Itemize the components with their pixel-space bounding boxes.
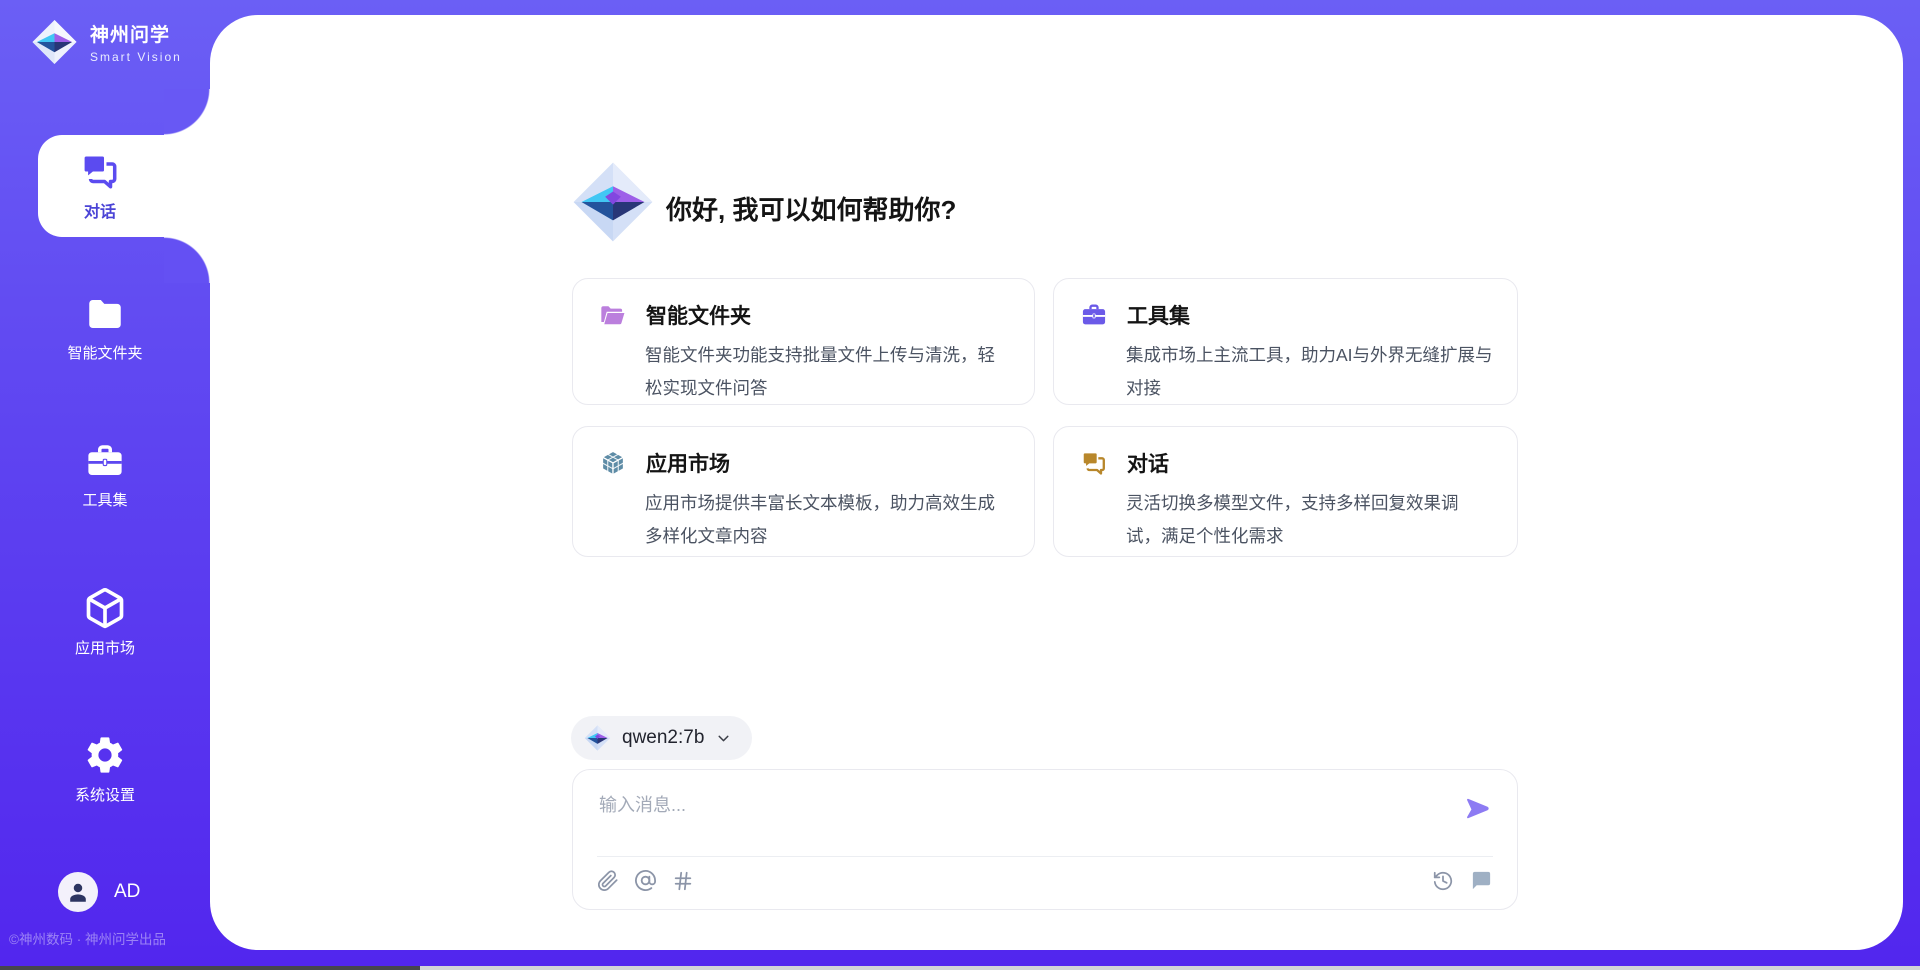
- toolbox-icon: [84, 440, 126, 482]
- user-profile[interactable]: AD: [58, 872, 140, 912]
- card-title: 智能文件夹: [646, 300, 751, 330]
- sidebar: 神州问学 Smart Vision 对话 智能文件夹: [0, 0, 210, 970]
- cube-icon: [83, 586, 127, 630]
- card-description: 灵活切换多模型文件，支持多样回复效果调试，满足个性化需求: [1126, 487, 1493, 553]
- avatar: [58, 872, 98, 912]
- hash-icon: [672, 870, 694, 892]
- sidebar-item-toolset[interactable]: 工具集: [0, 440, 210, 510]
- sidebar-item-label: 系统设置: [75, 784, 135, 805]
- brand: 神州问学 Smart Vision: [31, 18, 182, 66]
- history-icon: [1432, 870, 1454, 892]
- card-description: 集成市场上主流工具，助力AI与外界无缝扩展与对接: [1126, 339, 1493, 405]
- model-name: qwen2:7b: [622, 727, 704, 749]
- app-root: 神州问学 Smart Vision 对话 智能文件夹: [0, 0, 1920, 970]
- card-title: 应用市场: [646, 448, 730, 478]
- active-tab-top-fillet: [164, 89, 210, 135]
- folder-icon: [84, 293, 126, 335]
- attach-button[interactable]: [597, 870, 619, 892]
- user-initials: AD: [114, 881, 140, 903]
- greeting-title: 你好, 我可以如何帮助你?: [666, 190, 956, 227]
- chat-icon: [79, 150, 121, 192]
- chat-icon: [1080, 449, 1108, 477]
- message-composer: [572, 769, 1518, 910]
- feature-card-smart-folder[interactable]: 智能文件夹 智能文件夹功能支持批量文件上传与清洗，轻松实现文件问答: [572, 278, 1035, 405]
- copyright: ©神州数码 · 神州问学出品: [9, 928, 166, 948]
- brand-logo-icon: [31, 18, 78, 66]
- toolbox-icon: [1080, 301, 1108, 329]
- assistant-logo-icon: [571, 158, 655, 246]
- mention-button[interactable]: [634, 869, 657, 892]
- send-icon: [1464, 795, 1491, 822]
- card-description: 应用市场提供丰富长文本模板，助力高效生成多样化文章内容: [645, 487, 1010, 553]
- diamond-logo-icon: [584, 724, 611, 752]
- mention-icon: [634, 869, 657, 892]
- sidebar-item-smart-folder[interactable]: 智能文件夹: [0, 293, 210, 363]
- sidebar-item-label: 智能文件夹: [67, 342, 142, 363]
- card-description: 智能文件夹功能支持批量文件上传与清洗，轻松实现文件问答: [645, 339, 1010, 405]
- chevron-down-icon: [715, 730, 732, 747]
- feature-card-chat[interactable]: 对话 灵活切换多模型文件，支持多样回复效果调试，满足个性化需求: [1053, 426, 1518, 557]
- feedback-button[interactable]: [1470, 869, 1493, 892]
- folder-open-icon: [599, 301, 627, 329]
- send-button[interactable]: [1461, 792, 1493, 824]
- feature-card-toolset[interactable]: 工具集 集成市场上主流工具，助力AI与外界无缝扩展与对接: [1053, 278, 1518, 405]
- app-subtitle: Smart Vision: [90, 50, 182, 64]
- model-selector[interactable]: qwen2:7b: [571, 716, 752, 760]
- sidebar-item-chat[interactable]: 对话: [38, 135, 210, 237]
- history-button[interactable]: [1432, 870, 1454, 892]
- sidebar-item-settings[interactable]: 系统设置: [0, 733, 210, 805]
- composer-tools-right: [1432, 869, 1493, 892]
- cube-grid-icon: [599, 449, 627, 477]
- feedback-icon: [1470, 869, 1493, 892]
- card-title: 工具集: [1127, 300, 1190, 330]
- hash-button[interactable]: [672, 870, 694, 892]
- feature-card-app-market[interactable]: 应用市场 应用市场提供丰富长文本模板，助力高效生成多样化文章内容: [572, 426, 1035, 557]
- sidebar-item-label: 对话: [84, 198, 116, 222]
- card-title: 对话: [1127, 448, 1169, 478]
- message-input[interactable]: [597, 784, 1421, 826]
- person-icon: [65, 879, 91, 905]
- app-title: 神州问学: [90, 20, 182, 47]
- sidebar-item-label: 应用市场: [75, 637, 135, 658]
- attach-icon: [597, 870, 619, 892]
- gear-icon: [83, 733, 127, 777]
- composer-tools-left: [597, 869, 694, 892]
- sidebar-item-label: 工具集: [82, 489, 127, 510]
- active-tab-bottom-fillet: [164, 237, 210, 283]
- sidebar-item-app-market[interactable]: 应用市场: [0, 586, 210, 658]
- bottom-edge-left: [0, 966, 420, 970]
- composer-divider: [597, 856, 1493, 857]
- bottom-edge-right: [420, 966, 1920, 970]
- brand-text: 神州问学 Smart Vision: [90, 20, 182, 64]
